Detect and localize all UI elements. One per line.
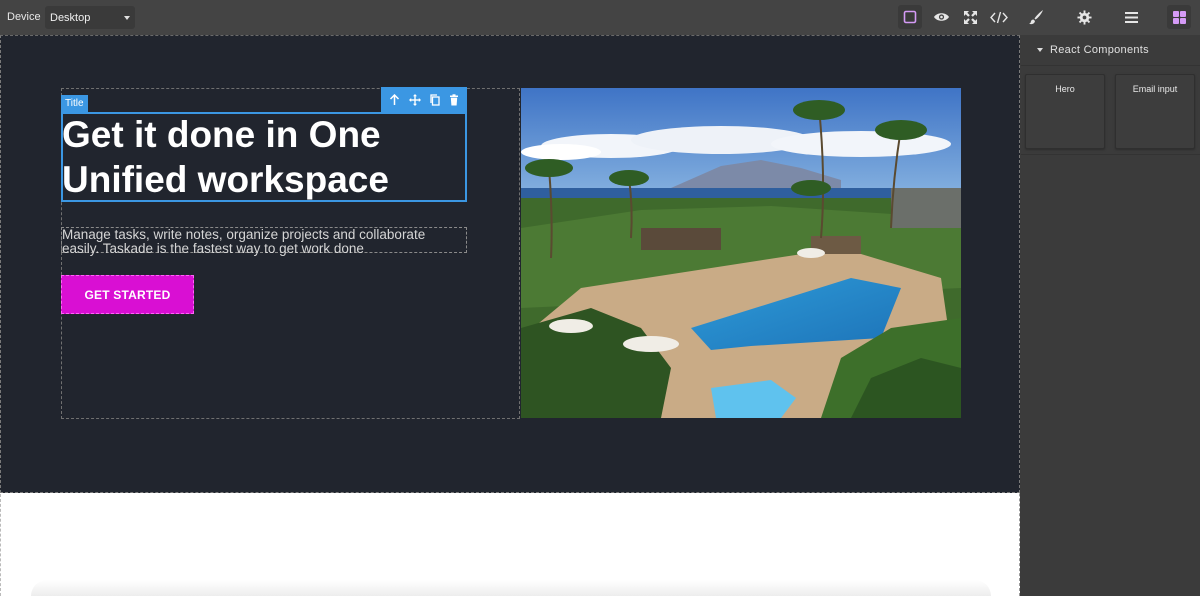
- get-started-button[interactable]: GET STARTED: [61, 275, 194, 314]
- caret-down-icon: [1037, 48, 1043, 52]
- arrow-up-icon[interactable]: [389, 93, 400, 106]
- gear-icon: [1076, 9, 1092, 25]
- sw-visibility-button[interactable]: [898, 5, 922, 29]
- editor-canvas[interactable]: Title Get it done in One Unified workspa…: [0, 35, 1020, 596]
- settings-button[interactable]: [1072, 5, 1096, 29]
- code-icon: [990, 11, 1008, 23]
- blocks-grid: Hero Email input: [1021, 67, 1200, 155]
- blocks-button[interactable]: [1167, 5, 1191, 29]
- category-title: React Components: [1050, 44, 1149, 56]
- component-toolbar: [381, 87, 467, 112]
- paint-brush-icon: [1029, 10, 1043, 25]
- selected-component-badge: Title: [61, 95, 88, 112]
- square-outline-icon: [903, 10, 917, 24]
- export-code-button[interactable]: [987, 5, 1011, 29]
- top-toolbar: Device Desktop: [0, 0, 1200, 35]
- block-label: Hero: [1055, 84, 1075, 94]
- hero-section[interactable]: Title Get it done in One Unified workspa…: [0, 35, 1020, 493]
- block-label: Email input: [1132, 84, 1178, 94]
- move-icon[interactable]: [408, 93, 421, 106]
- block-email-input[interactable]: Email input: [1115, 74, 1195, 149]
- blocks-panel: React Components Hero Email input: [1021, 35, 1200, 596]
- bars-icon: [1124, 11, 1138, 23]
- resort-photo[interactable]: [521, 88, 961, 418]
- canvas-shadow: [31, 580, 991, 596]
- grid-icon: [1172, 10, 1186, 24]
- device-select[interactable]: Desktop: [45, 6, 135, 29]
- hero-title[interactable]: Get it done in One Unified workspace: [62, 112, 466, 202]
- copy-icon[interactable]: [429, 93, 440, 106]
- chevron-down-icon: [124, 16, 130, 20]
- preview-button[interactable]: [929, 5, 953, 29]
- empty-canvas-area[interactable]: [0, 494, 1019, 596]
- layer-manager-button[interactable]: [1119, 5, 1143, 29]
- style-manager-button[interactable]: [1024, 5, 1048, 29]
- resort-image: [521, 88, 961, 418]
- eye-icon: [933, 13, 949, 21]
- fullscreen-button[interactable]: [958, 5, 982, 29]
- block-hero[interactable]: Hero: [1025, 74, 1105, 149]
- device-select-value: Desktop: [50, 12, 91, 24]
- hero-subtitle[interactable]: Manage tasks, write notes, organize proj…: [61, 227, 467, 256]
- device-label: Device: [7, 11, 41, 23]
- react-components-category[interactable]: React Components: [1021, 35, 1200, 66]
- arrows-expand-icon: [963, 10, 977, 24]
- trash-icon[interactable]: [449, 93, 459, 106]
